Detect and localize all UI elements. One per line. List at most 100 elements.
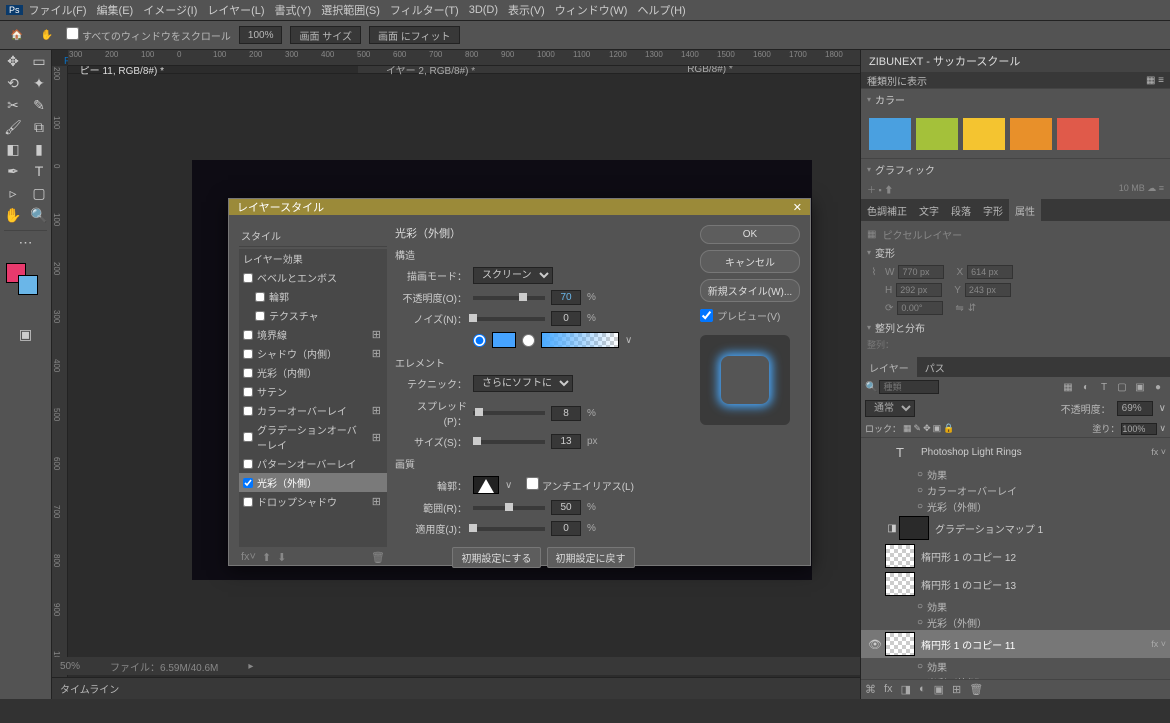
zoom-level[interactable]: 100% — [239, 26, 283, 44]
clone-tool[interactable]: ⧉ — [26, 116, 52, 138]
mask-icon[interactable]: ◨ — [901, 683, 911, 696]
style-item[interactable]: 光彩（内側） — [239, 363, 387, 382]
path-tool[interactable]: ▹ — [0, 182, 26, 204]
menu-window[interactable]: ウィンドウ(W) — [551, 2, 632, 18]
technique-select[interactable]: さらにソフトに — [473, 375, 573, 392]
menu-image[interactable]: イメージ(I) — [139, 2, 201, 18]
spread-value[interactable]: 8 — [551, 406, 581, 421]
menu-filter[interactable]: フィルター(T) — [386, 2, 463, 18]
filter-icon[interactable]: 🔍 — [865, 382, 877, 393]
library-view-mode[interactable]: 種類別に表示 — [867, 73, 927, 88]
rotation-input[interactable] — [897, 301, 943, 315]
range-slider[interactable] — [473, 506, 545, 510]
filter-smart-icon[interactable]: ▣ — [1132, 379, 1148, 395]
lock-all-icon[interactable]: 🔒 — [943, 423, 954, 434]
menu-edit[interactable]: 編集(E) — [93, 2, 138, 18]
tab-layers[interactable]: レイヤー — [861, 357, 917, 377]
style-item[interactable]: カラーオーバーレイ⊞ — [239, 401, 387, 420]
gradient-swatch[interactable] — [541, 332, 619, 348]
swatch-3[interactable] — [963, 118, 1005, 150]
cancel-button[interactable]: キャンセル — [700, 250, 800, 273]
lock-nest-icon[interactable]: ▣ — [933, 423, 942, 434]
type-tool[interactable]: T — [26, 160, 52, 182]
menu-file[interactable]: ファイル(F) — [25, 2, 91, 18]
antialias-checkbox[interactable] — [526, 477, 539, 490]
y-input[interactable] — [965, 283, 1011, 297]
group-icon[interactable]: ▣ — [934, 683, 944, 696]
x-input[interactable] — [967, 265, 1013, 279]
layer-row[interactable]: 楕円形 1 のコピー 12 — [861, 542, 1170, 570]
layer-row[interactable]: T Photoshop Light Rings fx ˅ — [861, 438, 1170, 466]
menu-type[interactable]: 書式(Y) — [271, 2, 316, 18]
layer-search[interactable] — [879, 380, 939, 394]
size-slider[interactable] — [473, 440, 545, 444]
move-tool[interactable]: ✥ — [0, 50, 26, 72]
new-style-button[interactable]: 新規スタイル(W)... — [700, 279, 800, 302]
jitter-slider[interactable] — [473, 527, 545, 531]
tab-char[interactable]: 文字 — [913, 199, 945, 221]
layer-row[interactable]: 👁 楕円形 1 のコピー 11 fx ˅ — [861, 630, 1170, 658]
blend-select[interactable]: スクリーン — [473, 267, 553, 284]
scroll-windows-checkbox[interactable]: すべてのウィンドウをスクロール — [66, 27, 231, 43]
trash-icon[interactable]: 🗑 — [371, 551, 385, 564]
ok-button[interactable]: OK — [700, 225, 800, 244]
eyedrop-tool[interactable]: ✎ — [26, 94, 52, 116]
layer-row[interactable]: 楕円形 1 のコピー 13 — [861, 570, 1170, 598]
tab-glyph[interactable]: 字形 — [977, 199, 1009, 221]
filter-shape-icon[interactable]: ▢ — [1114, 379, 1130, 395]
opacity-value[interactable]: 70 — [551, 290, 581, 305]
style-item[interactable]: 境界線⊞ — [239, 325, 387, 344]
blend-mode-select[interactable]: 通常 — [865, 400, 915, 417]
reset-default-button[interactable]: 初期設定に戻す — [547, 547, 635, 568]
size-value[interactable]: 13 — [551, 434, 581, 449]
graphic-section[interactable]: グラフィック — [861, 158, 1170, 180]
style-item[interactable]: グラデーションオーバーレイ⊞ — [239, 420, 387, 454]
contour-picker[interactable] — [473, 476, 499, 494]
close-icon[interactable]: ✕ — [793, 201, 802, 214]
gradient-radio[interactable] — [522, 334, 535, 347]
gradient-tool[interactable]: ▮ — [26, 138, 52, 160]
style-item[interactable]: サテン — [239, 382, 387, 401]
tab-para[interactable]: 段落 — [945, 199, 977, 221]
fx-icon[interactable]: fx — [884, 683, 893, 696]
lasso-tool[interactable]: ⟲ — [0, 72, 26, 94]
fit-window-button[interactable]: 画面 にフィット — [369, 26, 460, 44]
tab-color-correct[interactable]: 色調補正 — [861, 199, 913, 221]
link-layers-icon[interactable]: ⌘ — [865, 683, 876, 696]
height-input[interactable] — [896, 283, 942, 297]
menu-select[interactable]: 選択範囲(S) — [317, 2, 384, 18]
noise-value[interactable]: 0 — [551, 311, 581, 326]
filter-type-icon[interactable]: T — [1096, 379, 1112, 395]
flip-h-icon[interactable]: ⇋ — [955, 303, 963, 314]
lock-move-icon[interactable]: ✥ — [923, 423, 931, 434]
styles-header[interactable]: スタイル — [239, 225, 387, 247]
make-default-button[interactable]: 初期設定にする — [452, 547, 540, 568]
preview-checkbox[interactable]: プレビュー(V) — [700, 308, 800, 323]
style-item[interactable]: 輪郭 — [239, 287, 387, 306]
style-item[interactable]: テクスチャ — [239, 306, 387, 325]
color-section[interactable]: カラー — [861, 88, 1170, 110]
menu-help[interactable]: ヘルプ(H) — [633, 2, 689, 18]
style-item[interactable]: ドロップシャドウ⊞ — [239, 492, 387, 511]
style-item[interactable]: パターンオーバーレイ — [239, 454, 387, 473]
marquee-tool[interactable]: ▭ — [26, 50, 52, 72]
up-icon[interactable]: ⬆ — [262, 551, 271, 564]
jitter-value[interactable]: 0 — [551, 521, 581, 536]
pen-tool[interactable]: ✒ — [0, 160, 26, 182]
transform-section[interactable]: 変形 — [867, 242, 1164, 263]
filter-toggle-icon[interactable]: ● — [1150, 379, 1166, 395]
filter-image-icon[interactable]: ▦ — [1060, 379, 1076, 395]
fit-screen-button[interactable]: 画面 サイズ — [290, 26, 360, 44]
link-icon[interactable]: ⌇ — [867, 267, 881, 278]
noise-slider[interactable] — [473, 317, 545, 321]
opacity-input[interactable] — [1117, 401, 1153, 416]
lock-trans-icon[interactable]: ▦ — [903, 423, 912, 434]
color-radio[interactable] — [473, 334, 486, 347]
brush-tool[interactable]: 🖌 — [0, 116, 26, 138]
crop-tool[interactable]: ✂ — [0, 94, 26, 116]
swatch-4[interactable] — [1010, 118, 1052, 150]
spread-slider[interactable] — [473, 411, 545, 415]
swatch-5[interactable] — [1057, 118, 1099, 150]
zoom-tool[interactable]: 🔍 — [26, 204, 52, 226]
style-item[interactable]: シャドウ（内側）⊞ — [239, 344, 387, 363]
